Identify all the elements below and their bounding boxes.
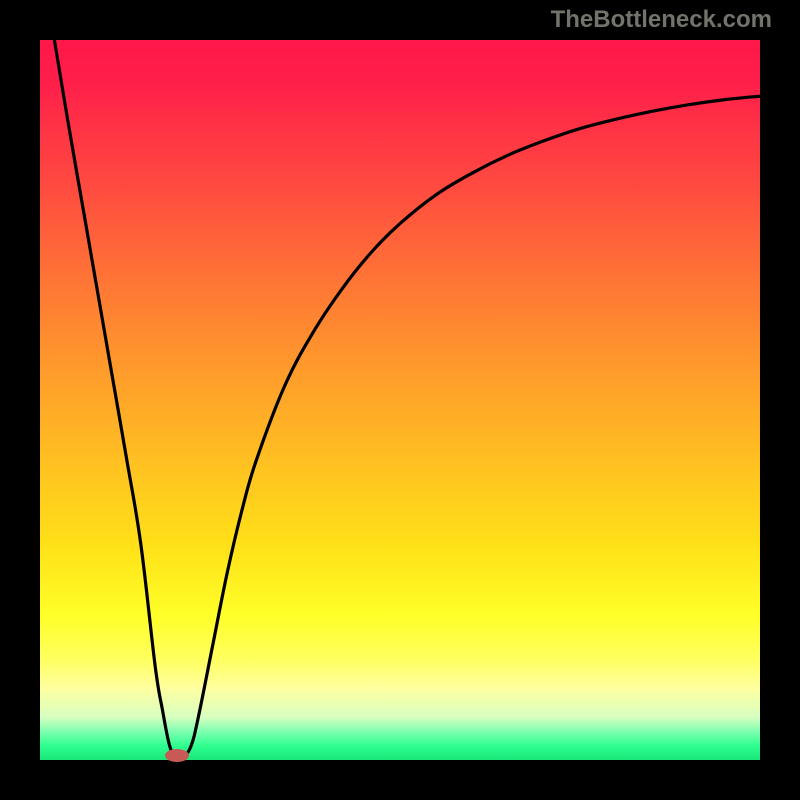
chart-frame: TheBottleneck.com — [0, 0, 800, 800]
optimal-point-marker — [165, 749, 189, 762]
curve-layer — [40, 40, 760, 760]
watermark-text: TheBottleneck.com — [551, 6, 772, 34]
bottleneck-curve — [54, 40, 760, 761]
